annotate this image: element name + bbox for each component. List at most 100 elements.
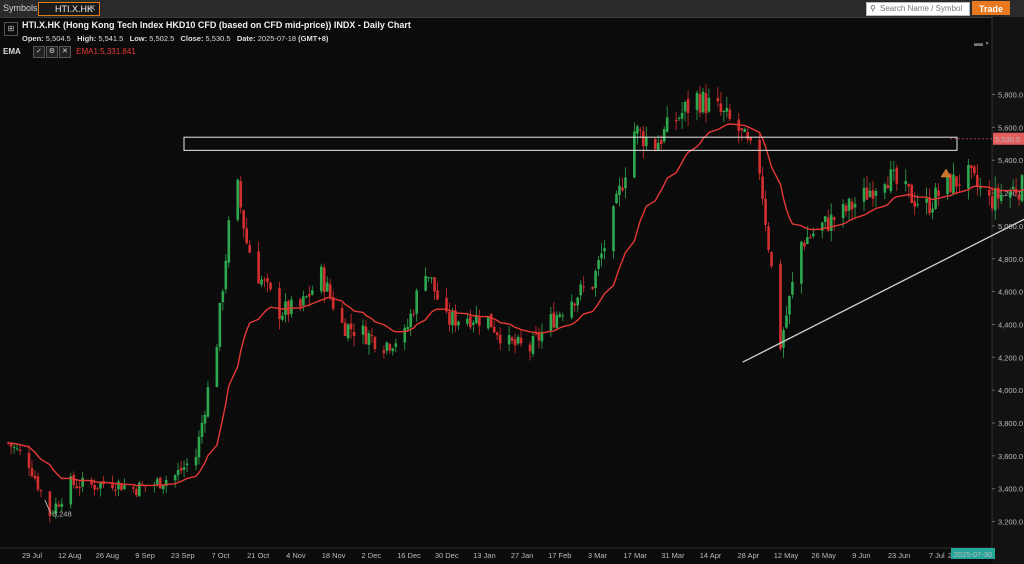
- candle-body: [200, 422, 204, 438]
- y-tick-label: 4,200.0: [998, 353, 1023, 362]
- candle-body: [758, 139, 761, 174]
- price-chart[interactable]: 3,200.0 3,400.0 3,600.0 3,800.0 4,000.0 4,200…: [0, 0, 1024, 564]
- candle-body: [764, 198, 767, 225]
- candle-body: [57, 504, 61, 507]
- candle-body: [841, 203, 845, 219]
- candle-body: [281, 315, 284, 320]
- candle-body: [722, 111, 726, 113]
- candle-body: [424, 275, 427, 291]
- candle-body: [302, 296, 305, 306]
- candle-body: [194, 456, 198, 466]
- candle-body: [791, 282, 794, 295]
- candle-body: [495, 332, 499, 336]
- candle-body: [937, 190, 940, 196]
- candle-body: [931, 208, 934, 213]
- candle-body: [472, 322, 475, 325]
- candle-body: [704, 93, 708, 114]
- candle-body: [823, 216, 827, 222]
- candle-body: [573, 303, 577, 306]
- y-tick-label: 4,400.0: [998, 320, 1023, 329]
- candle-body: [436, 290, 439, 300]
- x-tick-label: 31 Mar: [661, 551, 685, 560]
- candle-body: [123, 485, 126, 489]
- candle-body: [30, 468, 34, 477]
- candle-body: [809, 237, 812, 239]
- candle-body: [886, 185, 890, 189]
- candle-body: [740, 128, 744, 130]
- x-tick-label: 7 Oct: [212, 551, 231, 560]
- candle-body: [788, 295, 791, 315]
- candle-body: [406, 326, 410, 330]
- candle-body: [27, 452, 31, 468]
- candle-body: [636, 126, 639, 134]
- candle-body: [486, 316, 490, 329]
- candle-body: [367, 333, 371, 345]
- candle-body: [287, 301, 290, 315]
- candle-body: [239, 181, 243, 208]
- x-tick-label: 12 May: [774, 551, 799, 560]
- candle-body: [206, 387, 210, 417]
- candle-body: [633, 131, 636, 178]
- candle-body: [33, 475, 37, 479]
- candle-body: [579, 284, 582, 296]
- candle-body: [412, 313, 415, 315]
- candle-body: [767, 226, 770, 250]
- x-tick-label: 12 Aug: [58, 551, 81, 560]
- candle-body: [889, 169, 893, 192]
- candle-body: [415, 290, 418, 314]
- candle-body: [910, 184, 914, 204]
- candle-body: [161, 485, 165, 490]
- candle-body: [531, 336, 535, 354]
- candle-body: [516, 336, 520, 344]
- candle-body: [970, 165, 973, 169]
- candle-body: [343, 322, 347, 337]
- candle-body: [173, 475, 177, 481]
- candle-body: [322, 267, 326, 293]
- y-tick-label: 3,600.0: [998, 452, 1023, 461]
- candle-body: [716, 97, 720, 102]
- candle-body: [385, 342, 389, 351]
- candle-body: [373, 336, 377, 350]
- candle-body: [979, 187, 982, 189]
- candle-body: [39, 490, 43, 492]
- x-tick-label: 23 Jun: [888, 551, 911, 560]
- candle-body: [946, 174, 949, 195]
- candle-body: [642, 131, 645, 147]
- candle-body: [266, 277, 269, 283]
- candle-body: [346, 324, 350, 339]
- candle-body: [260, 279, 263, 285]
- candle-body: [60, 503, 64, 507]
- candle-body: [955, 176, 958, 187]
- candle-body: [361, 325, 365, 335]
- x-tick-label: 30 Dec: [435, 551, 459, 560]
- candle-body: [179, 468, 183, 471]
- candle-body: [519, 337, 523, 344]
- candle-body: [907, 183, 911, 187]
- candle-body: [528, 344, 532, 352]
- x-tick-label: 21 Oct: [247, 551, 270, 560]
- candle-body: [245, 228, 248, 244]
- candle-body: [221, 291, 225, 303]
- candle-body: [427, 276, 430, 278]
- candle-body: [132, 487, 135, 489]
- candle-body: [612, 206, 615, 252]
- low-marker-label: 3,248: [53, 510, 72, 519]
- x-tick-label: 2 Dec: [362, 551, 382, 560]
- x-tick-label: 3 Mar: [588, 551, 608, 560]
- candle-body: [15, 448, 19, 450]
- candle-body: [707, 97, 711, 112]
- candle-body: [844, 205, 848, 212]
- candle-body: [916, 204, 919, 206]
- candle-body: [182, 467, 186, 470]
- candle-body: [269, 282, 272, 290]
- y-tick-label: 4,000.0: [998, 386, 1023, 395]
- candle-body: [719, 103, 723, 112]
- candle-body: [680, 112, 684, 119]
- candle-body: [93, 484, 96, 490]
- candle-body: [683, 101, 687, 112]
- candle-body: [78, 486, 81, 489]
- candle-body: [552, 312, 556, 328]
- candle-body: [594, 270, 597, 289]
- candle-body: [248, 244, 251, 253]
- candle-body: [624, 177, 627, 189]
